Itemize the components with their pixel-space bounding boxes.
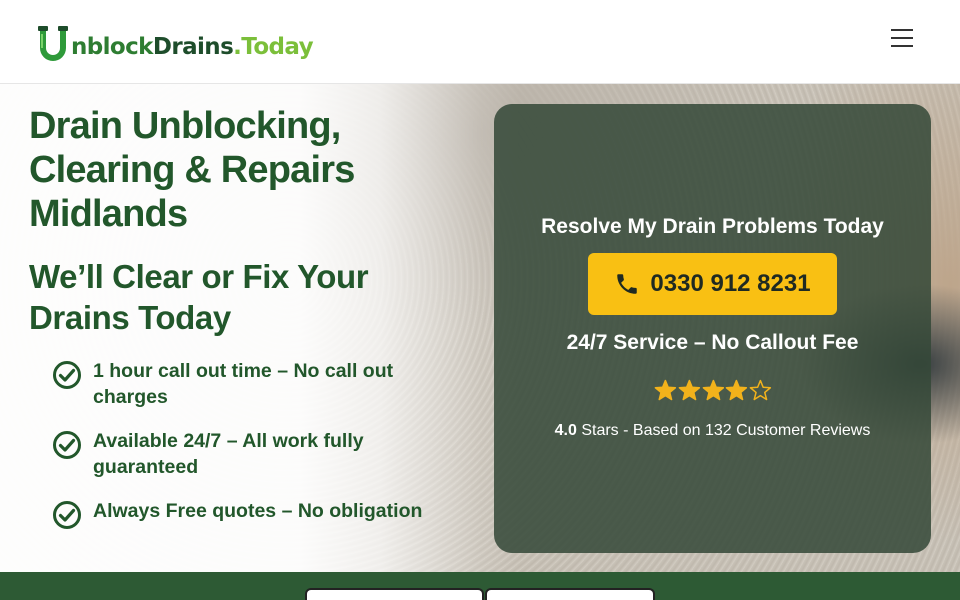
- rating-value: 4.0: [554, 422, 577, 439]
- star-rating: [654, 379, 772, 405]
- cta-heading: Resolve My Drain Problems Today: [541, 215, 884, 238]
- feature-item: Always Free quotes – No obligation: [52, 498, 423, 529]
- feature-item: Available 24/7 – All work fully guarante…: [52, 428, 452, 480]
- page-subtitle: We’ll Clear or Fix Your Drains Today: [29, 258, 369, 336]
- check-circle-icon: [53, 501, 81, 529]
- bottom-button-2[interactable]: [485, 588, 655, 600]
- star-filled-icon: [702, 379, 724, 401]
- check-circle-icon: [53, 431, 81, 459]
- rating-summary: 4.0 Stars - Based on 132 Customer Review…: [494, 420, 931, 442]
- pipe-logo-icon: [36, 26, 70, 62]
- site-logo[interactable]: nblockDrains.Today: [36, 22, 314, 62]
- service-tagline: 24/7 Service – No Callout Fee: [566, 331, 859, 354]
- page-title: Drain Unblocking, Clearing & Repairs Mid…: [29, 105, 355, 235]
- logo-part-nblock: nblock: [71, 34, 153, 60]
- rating-text: Stars - Based on 132 Customer Reviews: [576, 422, 871, 439]
- site-header: nblockDrains.Today: [0, 0, 960, 84]
- feature-text: 1 hour call out time – No call out charg…: [93, 360, 394, 408]
- logo-wordmark: nblockDrains.Today: [71, 32, 314, 62]
- phone-number: 0330 912 8231: [650, 270, 811, 297]
- check-circle-icon: [53, 361, 81, 389]
- star-filled-icon: [678, 379, 700, 401]
- bottom-band: [0, 572, 960, 600]
- star-filled-icon: [654, 379, 677, 401]
- logo-part-drains: Drains: [152, 34, 234, 60]
- star-empty-icon: [749, 379, 772, 401]
- call-phone-button[interactable]: 0330 912 8231: [588, 253, 837, 315]
- star-filled-icon: [726, 379, 748, 401]
- logo-part-today: .Today: [233, 34, 314, 60]
- hamburger-menu-icon[interactable]: [886, 26, 918, 50]
- feature-text: Always Free quotes – No obligation: [93, 500, 423, 522]
- feature-text: Available 24/7 – All work fully guarante…: [93, 430, 364, 478]
- bottom-button-1[interactable]: [305, 588, 484, 600]
- call-to-action-card: Resolve My Drain Problems Today 0330 912…: [494, 104, 931, 553]
- feature-item: 1 hour call out time – No call out charg…: [52, 358, 452, 410]
- phone-icon: [617, 274, 638, 294]
